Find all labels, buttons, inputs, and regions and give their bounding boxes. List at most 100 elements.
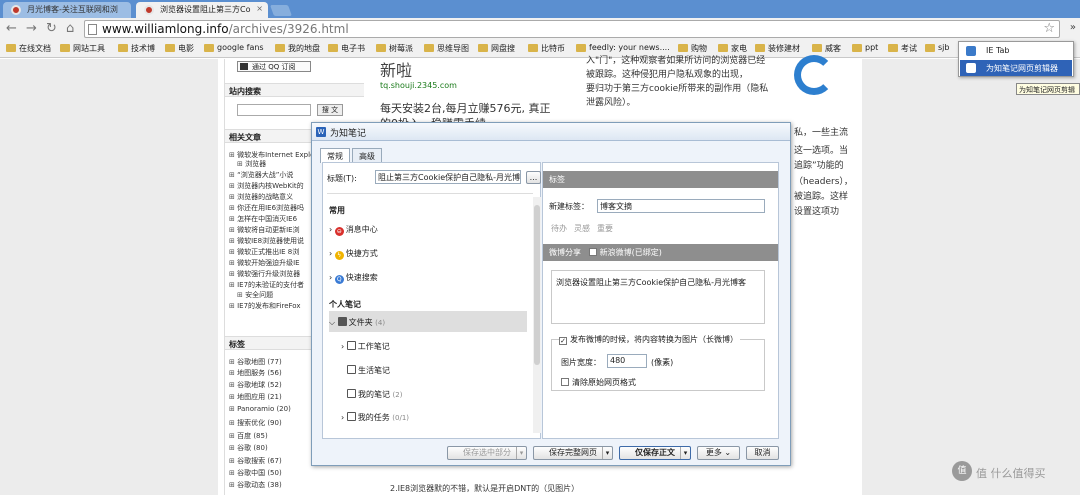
tree-item-mine[interactable]: 我的笔记 (2) bbox=[323, 389, 523, 400]
chevron-down-icon: ⌄ bbox=[724, 448, 732, 457]
save-full-page-button[interactable]: 保存完整网页 ▾ bbox=[533, 446, 613, 460]
page-icon bbox=[88, 24, 97, 35]
clear-format-option[interactable]: 清除原始网页格式 bbox=[561, 377, 636, 388]
back-arrow-icon[interactable]: ← bbox=[6, 21, 17, 36]
home-icon[interactable]: ⌂ bbox=[66, 21, 74, 36]
tree-item-tasks[interactable]: › 我的任务 (0/1) bbox=[323, 412, 523, 423]
dropdown-arrow-icon[interactable]: ▾ bbox=[680, 447, 690, 459]
tree-item-folders[interactable]: ⌵ 文件夹 (4) bbox=[323, 317, 523, 328]
browser-tab-1[interactable]: 月光博客-关注互联网和浏 bbox=[3, 2, 131, 18]
folder-icon bbox=[60, 44, 70, 52]
article-text: 私，一些主流 bbox=[794, 128, 849, 138]
bookmark-item[interactable]: 技术博 bbox=[118, 43, 155, 54]
folder-icon bbox=[678, 44, 688, 52]
article-text: 2.IE8浏览器默的不错，默认是开启DNT的（见图片） bbox=[390, 484, 580, 493]
weibo-checkbox[interactable] bbox=[588, 248, 597, 256]
wiz-logo-icon: W bbox=[316, 127, 326, 137]
save-selection-button[interactable]: 保存选中部分 ▾ bbox=[447, 446, 527, 460]
site-search-input[interactable] bbox=[237, 104, 311, 116]
forward-arrow-icon[interactable]: → bbox=[26, 21, 37, 36]
bookmark-item[interactable]: 网盘搜 bbox=[478, 43, 515, 54]
tree-item-life[interactable]: 生活笔记 bbox=[323, 365, 523, 376]
ad-url[interactable]: tq.shouji.2345.com bbox=[380, 81, 457, 90]
qq-subscribe-button[interactable]: 通过 QQ 订阅 bbox=[237, 61, 311, 72]
folder-icon bbox=[204, 44, 214, 52]
tag-link[interactable]: 谷歌中国 (50) bbox=[229, 468, 363, 478]
tab-general[interactable]: 常规 bbox=[320, 148, 350, 163]
search-button[interactable]: 搜 文 bbox=[317, 104, 343, 116]
tree-item-shortcuts[interactable]: › ϟ 快捷方式 bbox=[323, 248, 523, 260]
tag-suggestion[interactable]: 待办 bbox=[551, 223, 567, 234]
tag-suggestion[interactable]: 重要 bbox=[597, 223, 613, 234]
site-favicon-icon bbox=[11, 5, 21, 15]
message-icon: ⊖ bbox=[334, 227, 344, 236]
browse-button[interactable]: ... bbox=[526, 171, 541, 184]
new-tab-button[interactable] bbox=[269, 5, 293, 16]
bookmark-item[interactable]: 树莓派 bbox=[376, 43, 413, 54]
tree-heading-common: 常用 bbox=[329, 206, 345, 215]
article-text: 追踪”功能的 bbox=[794, 161, 844, 171]
extension-menu: IE Tab 为知笔记网页剪辑器 bbox=[958, 41, 1074, 77]
tag-link[interactable]: 谷歌动态 (38) bbox=[229, 480, 363, 490]
folder-icon bbox=[376, 44, 386, 52]
bookmark-item[interactable]: 我的地盘 bbox=[275, 43, 320, 54]
note-icon bbox=[347, 389, 356, 398]
bookmark-item[interactable]: 在线文档 bbox=[6, 43, 51, 54]
bookmark-item[interactable]: 电子书 bbox=[328, 43, 365, 54]
folder-icon bbox=[755, 44, 765, 52]
ie-tab-item[interactable]: IE Tab bbox=[960, 43, 1072, 59]
browser-tab-2[interactable]: 浏览器设置阻止第三方Co × bbox=[136, 2, 268, 18]
title-label: 标题(T): bbox=[327, 174, 357, 183]
tree-scrollbar[interactable] bbox=[533, 197, 541, 433]
clear-format-checkbox[interactable] bbox=[561, 378, 569, 386]
image-width-input[interactable]: 480 bbox=[607, 354, 647, 368]
bookmark-item[interactable]: 比特币 bbox=[528, 43, 565, 54]
weibo-text-area[interactable]: 浏览器设置阻止第三方Cookie保护自己隐私-月光博客 bbox=[551, 270, 765, 324]
folder-icon bbox=[165, 44, 175, 52]
tree-item-search[interactable]: › Q 快速搜索 bbox=[323, 272, 523, 284]
more-button[interactable]: 更多 ⌄ bbox=[697, 446, 740, 460]
tab-advanced[interactable]: 高级 bbox=[352, 148, 382, 162]
dropdown-arrow-icon[interactable]: ▾ bbox=[602, 447, 612, 459]
bookmark-item[interactable]: ppt bbox=[852, 43, 878, 52]
bookmarks-bar: 在线文档 网站工具 技术博 电影 google fans 我的地盘 电子书 树莓… bbox=[0, 40, 1080, 58]
folder-icon bbox=[328, 44, 338, 52]
qq-icon bbox=[240, 63, 248, 70]
article-text: 设置这项功 bbox=[794, 207, 840, 217]
scrollbar-thumb[interactable] bbox=[534, 205, 540, 365]
bookmark-item[interactable]: 电影 bbox=[165, 43, 194, 54]
reload-icon[interactable]: ↻ bbox=[46, 21, 57, 36]
ad-heading[interactable]: 新啦 bbox=[380, 57, 412, 81]
dropdown-arrow-icon[interactable]: ▾ bbox=[516, 447, 526, 459]
convert-to-image-option[interactable]: ✓ 发布微博的时候，将内容转换为图片（长微博） bbox=[559, 334, 740, 345]
wiz-web-clipper-item[interactable]: 为知笔记网页剪辑器 bbox=[960, 60, 1072, 76]
bookmark-star-icon[interactable]: ☆ bbox=[1043, 21, 1055, 36]
new-tag-input[interactable]: 博客文摘 bbox=[597, 199, 765, 213]
close-tab-icon[interactable]: × bbox=[256, 4, 263, 13]
bookmark-item[interactable]: sjb bbox=[925, 43, 949, 52]
save-article-button[interactable]: 仅保存正文 ▾ bbox=[619, 446, 691, 460]
bookmark-item[interactable]: 思维导图 bbox=[424, 43, 469, 54]
folder-icon bbox=[576, 44, 586, 52]
new-tag-label: 新建标签： bbox=[549, 202, 589, 211]
tree-heading-personal: 个人笔记 bbox=[329, 300, 361, 309]
convert-checkbox[interactable]: ✓ bbox=[559, 337, 567, 345]
bookmark-item[interactable]: 网站工具 bbox=[60, 43, 105, 54]
address-bar[interactable]: www.williamlong.info/archives/3926.html … bbox=[84, 20, 1060, 38]
bookmark-item[interactable]: 考试 bbox=[888, 43, 917, 54]
tag-suggestion[interactable]: 灵感 bbox=[574, 223, 590, 234]
folder-icon bbox=[528, 44, 538, 52]
dialog-titlebar: W 为知笔记 bbox=[312, 123, 790, 141]
bookmark-item[interactable]: google fans bbox=[204, 43, 264, 52]
overflow-chevron-icon[interactable]: » bbox=[1070, 22, 1076, 33]
tree-item-work[interactable]: › 工作笔记 bbox=[323, 341, 523, 352]
cancel-button[interactable]: 取消 bbox=[746, 446, 779, 460]
url-host: www.williamlong.info bbox=[102, 22, 229, 36]
tree-item-messages[interactable]: › ⊖ 消息中心 bbox=[323, 224, 523, 236]
page-margin bbox=[0, 59, 218, 495]
folder-icon bbox=[478, 44, 488, 52]
title-input[interactable]: 阻止第三方Cookie保护自己隐私-月光博客 bbox=[375, 170, 521, 184]
bookmark-item[interactable]: feedly: your news.... bbox=[576, 43, 670, 52]
note-icon bbox=[347, 365, 356, 374]
bookmark-item[interactable]: 威客 bbox=[812, 43, 841, 54]
